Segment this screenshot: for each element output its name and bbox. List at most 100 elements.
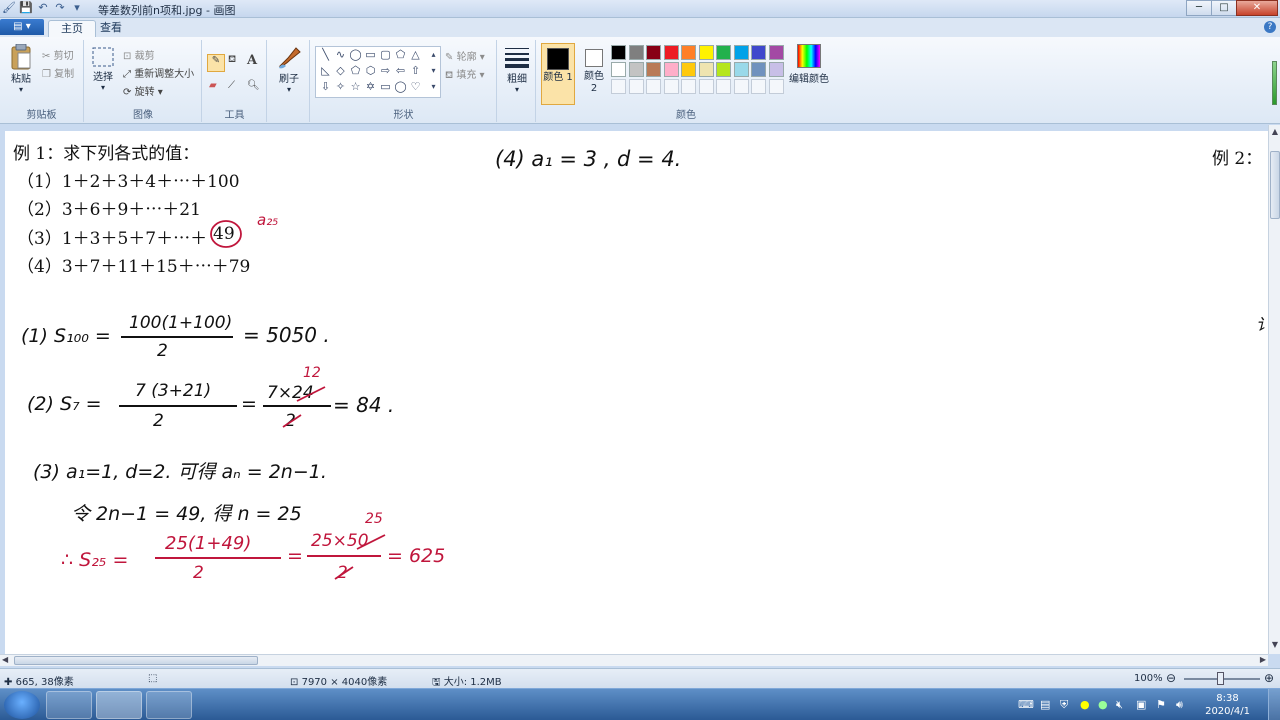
tray-keyboard-icon[interactable]: ⌨: [1018, 698, 1034, 711]
palette-swatch[interactable]: [663, 45, 679, 60]
palette-swatch[interactable]: [663, 62, 679, 77]
close-button[interactable]: ✕: [1236, 0, 1278, 16]
tray-volume-icon[interactable]: 🔊︎: [1176, 698, 1183, 712]
palette-swatch[interactable]: [751, 62, 766, 77]
palette-custom-swatch[interactable]: [768, 79, 784, 94]
tray-display-icon[interactable]: ▣: [1136, 698, 1146, 711]
palette-swatch[interactable]: [628, 45, 644, 60]
palette-swatch[interactable]: [698, 62, 714, 77]
palette-swatch[interactable]: [681, 62, 696, 77]
task-app-icon[interactable]: [146, 691, 192, 719]
outline-button[interactable]: ✎ 轮廓 ▾: [445, 48, 485, 63]
pentagon-shape-icon[interactable]: ⬠: [348, 64, 363, 77]
palette-swatch[interactable]: [681, 45, 696, 60]
zoom-in-icon[interactable]: ⊕: [1264, 671, 1274, 685]
palette-swatch[interactable]: [646, 62, 661, 77]
palette-custom-swatch[interactable]: [663, 79, 679, 94]
scroll-left-icon[interactable]: ◀: [2, 655, 8, 664]
rounded-rect-shape-icon[interactable]: ▢: [378, 48, 393, 61]
scroll-up-icon[interactable]: ▲: [1270, 127, 1280, 139]
paste-dropdown-icon[interactable]: ▾: [6, 85, 36, 94]
shapes-scroll-down-icon[interactable]: ▾: [426, 64, 441, 77]
text-tool[interactable]: A: [247, 53, 257, 68]
minimize-button[interactable]: ─: [1186, 0, 1212, 16]
palette-custom-swatch[interactable]: [698, 79, 714, 94]
task-paint-icon[interactable]: [96, 691, 142, 719]
left-arrow-shape-icon[interactable]: ⇦: [393, 64, 408, 77]
right-arrow-shape-icon[interactable]: ⇨: [378, 64, 393, 77]
size-button[interactable]: 粗细 ▾: [502, 46, 532, 94]
copy-button[interactable]: ❐ 复制: [42, 65, 74, 80]
edit-colors-button[interactable]: 编辑颜色: [787, 44, 831, 85]
palette-swatch[interactable]: [768, 45, 784, 60]
show-desktop-button[interactable]: [1268, 689, 1280, 720]
palette-custom-swatch[interactable]: [716, 79, 731, 94]
callout-rect-shape-icon[interactable]: ▭: [378, 80, 393, 93]
save-icon[interactable]: 💾: [19, 1, 33, 15]
tray-update-icon[interactable]: ●: [1080, 698, 1090, 711]
palette-custom-swatch[interactable]: [751, 79, 766, 94]
fill-tool[interactable]: ⛾: [228, 54, 236, 67]
drawing-canvas[interactable]: 例 1：求下列各式的值： （1）1＋2＋3＋4＋⋯＋100 （2）3＋6＋9＋⋯…: [5, 131, 1268, 654]
paint-menu-button[interactable]: ▤ ▾: [0, 19, 44, 35]
redo-icon[interactable]: ↷: [53, 1, 67, 15]
four-point-star-shape-icon[interactable]: ✧: [333, 80, 348, 93]
polygon-shape-icon[interactable]: ⬠: [393, 48, 408, 61]
palette-swatch[interactable]: [733, 45, 749, 60]
palette-custom-swatch[interactable]: [611, 79, 626, 94]
horizontal-scroll-thumb[interactable]: [14, 656, 258, 665]
palette-swatch[interactable]: [716, 62, 731, 77]
shapes-scroll-up-icon[interactable]: ▴: [426, 48, 441, 61]
size-dropdown-icon[interactable]: ▾: [502, 85, 532, 94]
cut-button[interactable]: ✂ 剪切: [42, 47, 74, 62]
task-browser-icon[interactable]: [46, 691, 92, 719]
line-shape-icon[interactable]: ╲: [318, 48, 333, 61]
customize-qat-icon[interactable]: ▾: [70, 1, 84, 15]
hexagon-shape-icon[interactable]: ⬡: [363, 64, 378, 77]
right-triangle-shape-icon[interactable]: ◺: [318, 64, 333, 77]
palette-custom-swatch[interactable]: [646, 79, 661, 94]
select-dropdown-icon[interactable]: ▾: [89, 83, 117, 92]
palette-swatch[interactable]: [768, 62, 784, 77]
diamond-shape-icon[interactable]: ◇: [333, 64, 348, 77]
undo-icon[interactable]: ↶: [36, 1, 50, 15]
callout-oval-shape-icon[interactable]: ◯: [393, 80, 408, 93]
vertical-scroll-thumb[interactable]: [1270, 151, 1280, 219]
fill-button[interactable]: ⛾ 填充 ▾: [445, 66, 485, 83]
six-point-star-shape-icon[interactable]: ✡: [363, 80, 378, 93]
curve-shape-icon[interactable]: ∿: [333, 48, 348, 61]
rectangle-shape-icon[interactable]: ▭: [363, 48, 378, 61]
clock[interactable]: 8:38 2020/4/1: [1205, 692, 1250, 718]
tray-app-icon[interactable]: ●: [1098, 698, 1108, 711]
zoom-slider-thumb[interactable]: [1217, 672, 1224, 685]
palette-swatch[interactable]: [716, 45, 731, 60]
five-point-star-shape-icon[interactable]: ☆: [348, 80, 363, 93]
rotate-button[interactable]: ⟳ 旋转 ▾: [123, 83, 163, 98]
tray-shield-icon[interactable]: ⛨: [1060, 698, 1068, 712]
resize-button[interactable]: ⤢ 重新调整大小: [123, 65, 194, 80]
help-icon[interactable]: ?: [1264, 21, 1276, 33]
tab-view[interactable]: 查看: [88, 20, 134, 37]
color1-button[interactable]: 颜色 1: [541, 43, 575, 105]
vertical-scrollbar[interactable]: ▲ ▼: [1268, 125, 1280, 654]
palette-swatch[interactable]: [628, 62, 644, 77]
color-picker-tool[interactable]: ⟋: [228, 80, 235, 91]
zoom-out-icon[interactable]: ⊖: [1166, 671, 1176, 685]
paint-app-icon[interactable]: 🖌: [2, 1, 16, 15]
triangle-shape-icon[interactable]: △: [408, 48, 423, 61]
brushes-button[interactable]: 刷子 ▾: [274, 44, 304, 94]
shapes-more-icon[interactable]: ▾: [426, 80, 441, 93]
down-arrow-shape-icon[interactable]: ⇩: [318, 80, 333, 93]
oval-shape-icon[interactable]: ◯: [348, 48, 363, 61]
scroll-down-icon[interactable]: ▼: [1270, 640, 1280, 652]
eraser-tool[interactable]: ▰: [209, 80, 217, 91]
tray-volume-muted-icon[interactable]: 🔇︎: [1116, 698, 1123, 712]
horizontal-scrollbar[interactable]: ◀ ▶: [0, 654, 1268, 666]
palette-swatch[interactable]: [698, 45, 714, 60]
up-arrow-shape-icon[interactable]: ⇧: [408, 64, 423, 77]
palette-swatch[interactable]: [733, 62, 749, 77]
palette-swatch[interactable]: [751, 45, 766, 60]
palette-custom-swatch[interactable]: [733, 79, 749, 94]
palette-swatch[interactable]: [611, 62, 626, 77]
brushes-dropdown-icon[interactable]: ▾: [274, 85, 304, 94]
